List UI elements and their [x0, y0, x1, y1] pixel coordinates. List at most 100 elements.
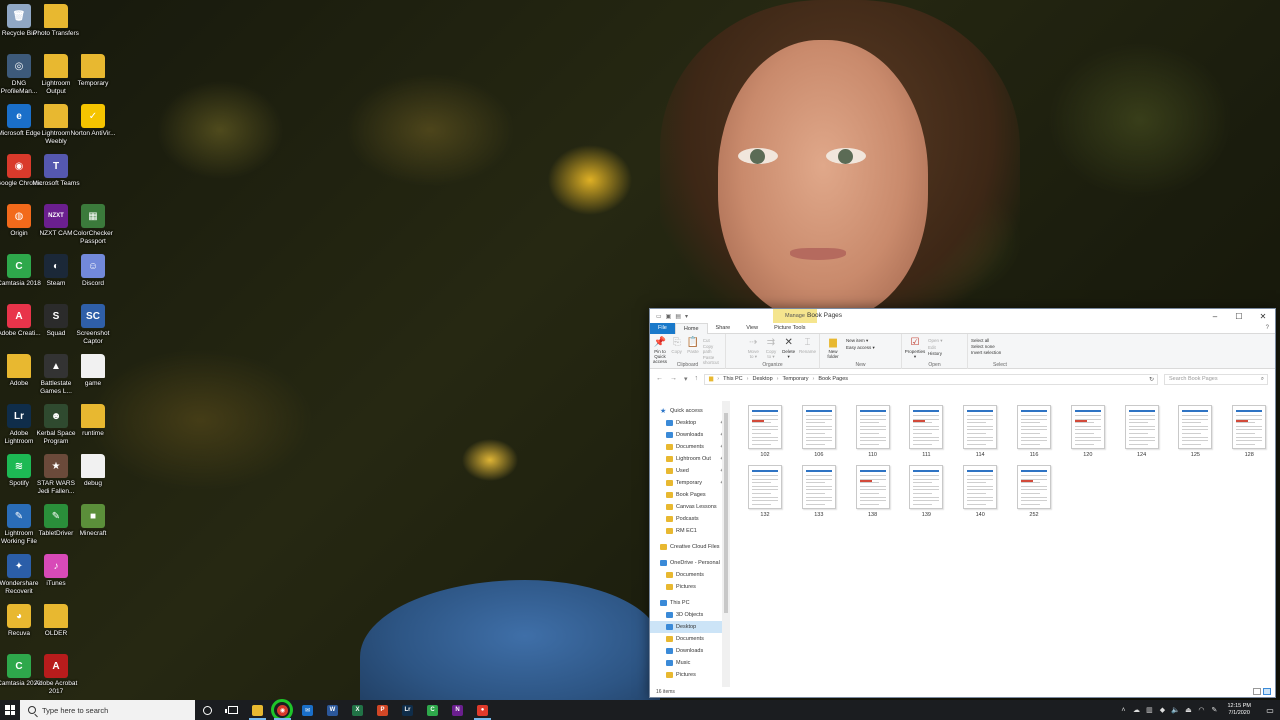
chevron-up-icon[interactable]: ˄ [1119, 706, 1127, 714]
desktop-icon[interactable]: Temporary [75, 54, 111, 88]
desktop-icon[interactable]: debug [75, 454, 111, 488]
nav-item[interactable]: Documents✦ [650, 441, 730, 453]
nav-item[interactable]: Pictures [650, 669, 730, 681]
breadcrumb-temporary[interactable]: Temporary [783, 376, 809, 382]
nav-item[interactable]: Temporary✦ [650, 477, 730, 489]
file-thumbnail[interactable]: 102 [744, 405, 786, 458]
invert-selection-button[interactable]: Invert selection [971, 350, 1001, 355]
file-thumbnail[interactable]: 252 [1013, 465, 1055, 518]
chevron-down-icon[interactable]: ▾ [685, 313, 688, 320]
tab-share[interactable]: Share [708, 323, 739, 334]
file-thumbnail[interactable]: 140 [959, 465, 1001, 518]
file-thumbnail[interactable]: 106 [798, 405, 840, 458]
nav-item[interactable]: 3D Objects [650, 609, 730, 621]
desktop-icon[interactable]: Lightroom Output [38, 54, 74, 96]
nav-item[interactable]: Used✦ [650, 465, 730, 477]
file-thumbnail[interactable]: 111 [905, 405, 947, 458]
app-tray-icon[interactable]: ◆ [1158, 706, 1166, 714]
search-input[interactable]: Search Book Pages ⌕ [1164, 373, 1268, 385]
desktop-icon[interactable]: OLDER [38, 604, 74, 638]
nav-item[interactable]: Pictures [650, 581, 730, 593]
select-none-button[interactable]: Select none [971, 344, 1001, 349]
desktop-icon[interactable]: SC Screenshot Captor [75, 304, 111, 346]
desktop-icon[interactable]: ☺ Discord [75, 254, 111, 288]
desktop-icon[interactable]: A Adobe Acrobat 2017 [35, 654, 77, 696]
nav-scrollbar[interactable] [722, 401, 730, 687]
nav-item[interactable]: Canvas Lessons [650, 501, 730, 513]
new-folder-icon[interactable]: ▤ [675, 313, 681, 320]
new-item-button[interactable]: New item ▾ [846, 338, 875, 344]
file-thumbnail[interactable]: 125 [1174, 405, 1216, 458]
details-view-icon[interactable] [1253, 688, 1261, 695]
nav-item[interactable]: Desktop [650, 621, 730, 633]
desktop-icon[interactable]: T Microsoft Teams [32, 154, 80, 188]
nav-item[interactable]: Lightroom Out✦ [650, 453, 730, 465]
easy-access-button[interactable]: Easy access ▾ [846, 345, 875, 351]
large-icons-view-icon[interactable] [1263, 688, 1271, 695]
clock[interactable]: 12:15 PM 7/1/2020 [1227, 703, 1251, 717]
desktop-icon[interactable]: ✓ Norton AntiVir... [70, 104, 116, 138]
taskbar-app-file-explorer[interactable] [245, 700, 270, 720]
start-button[interactable] [0, 700, 20, 720]
tab-picture-tools[interactable]: Picture Tools [766, 323, 813, 334]
select-all-button[interactable]: Select all [971, 338, 1001, 343]
file-thumbnail[interactable]: 120 [1067, 405, 1109, 458]
file-thumbnail[interactable]: 110 [852, 405, 894, 458]
refresh-icon[interactable]: ↻ [1149, 376, 1154, 383]
desktop-icon[interactable]: ★ STAR WARS Jedi Fallen... [37, 454, 75, 496]
file-explorer-window[interactable]: ▭ ▣ ▤ ▾ Manage Book Pages – ☐ ✕ File Hom… [649, 308, 1276, 698]
address-bar[interactable]: ▆ › This PC › Desktop › Temporary › Book… [704, 373, 1158, 385]
file-thumbnail[interactable]: 114 [959, 405, 1001, 458]
desktop-icon[interactable]: game [75, 354, 111, 388]
cloud-icon[interactable]: ☁ [1132, 706, 1140, 714]
taskbar-app-camtasia[interactable]: C [420, 700, 445, 720]
breadcrumb-desktop[interactable]: Desktop [752, 376, 772, 382]
nav-item[interactable]: Documents [650, 569, 730, 581]
taskbar-app-powerpoint[interactable]: P [370, 700, 395, 720]
up-arrow-icon[interactable]: ↑ [695, 375, 699, 383]
breadcrumb-book-pages[interactable]: Book Pages [818, 376, 848, 382]
pen-icon[interactable]: ✎ [1210, 706, 1218, 714]
back-arrow-icon[interactable]: ← [656, 375, 663, 383]
edit-button[interactable]: Edit [928, 345, 943, 350]
taskbar-app-chrome[interactable]: ◉ [270, 699, 295, 720]
desktop-icon[interactable]: ✦ Wondershare Recoverit [0, 554, 38, 596]
nav-item[interactable]: Downloads✦ [650, 429, 730, 441]
nav-item[interactable]: Creative Cloud Files [650, 541, 730, 553]
file-thumbnail[interactable]: 138 [852, 465, 894, 518]
help-icon[interactable]: ? [1266, 325, 1269, 331]
nav-item[interactable]: OneDrive - Personal [650, 557, 730, 569]
copy-path-button[interactable]: Copy path [703, 344, 722, 354]
recent-locations-icon[interactable]: ▾ [684, 375, 688, 383]
file-thumbnail[interactable]: 132 [744, 465, 786, 518]
volume-icon[interactable]: 🔈 [1171, 706, 1180, 714]
taskbar-app-nzxt[interactable]: N [445, 700, 470, 720]
cortana-button[interactable] [195, 700, 220, 720]
taskbar-search-box[interactable]: Type here to search [20, 700, 195, 720]
nav-item[interactable]: This PC [650, 597, 730, 609]
nav-item[interactable]: Desktop✦ [650, 417, 730, 429]
usb-icon[interactable]: ⏏ [1184, 706, 1192, 714]
nav-item[interactable]: Downloads [650, 645, 730, 657]
nav-item[interactable]: Music [650, 657, 730, 669]
tab-home[interactable]: Home [674, 322, 708, 334]
wifi-icon[interactable]: ◠ [1197, 706, 1205, 714]
desktop-icon[interactable]: Lightroom Weebly [38, 104, 74, 146]
breadcrumb-this-pc[interactable]: This PC [723, 376, 743, 382]
forward-arrow-icon[interactable]: → [670, 375, 677, 383]
nav-item[interactable]: Book Pages [650, 489, 730, 501]
file-thumbnail[interactable]: 116 [1013, 405, 1055, 458]
tab-file[interactable]: File [650, 322, 675, 334]
cut-button[interactable]: Cut [703, 338, 722, 343]
network-icon[interactable]: ▥ [1145, 706, 1153, 714]
tab-view[interactable]: View [738, 323, 766, 334]
history-button[interactable]: History [928, 351, 943, 356]
scrollbar-thumb[interactable] [724, 413, 728, 613]
nav-item[interactable]: RM EC1 [650, 525, 730, 537]
file-thumbnail[interactable]: 139 [905, 465, 947, 518]
taskbar-app-word[interactable]: W [320, 700, 345, 720]
desktop-icon[interactable]: ▦ ColorChecker Passport [73, 204, 113, 246]
open-button[interactable]: Open ▾ [928, 338, 943, 344]
taskbar-app-lightroom[interactable]: Lr [395, 700, 420, 720]
close-button[interactable]: ✕ [1251, 309, 1275, 323]
